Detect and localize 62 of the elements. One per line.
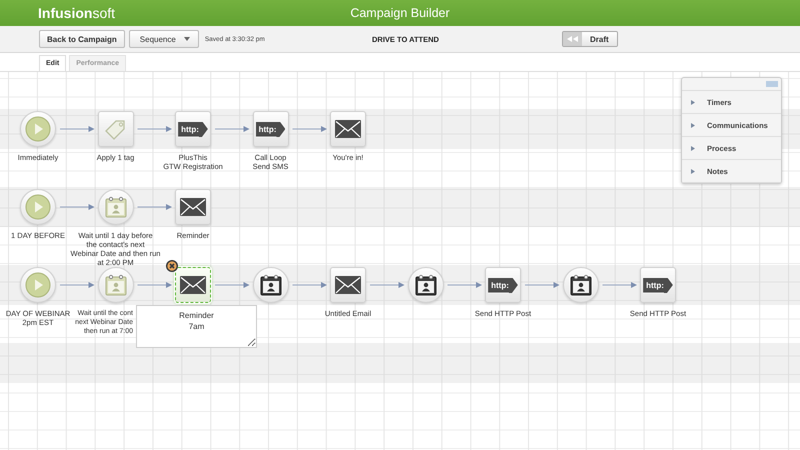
back-button[interactable]: Back to Campaign [39, 30, 125, 48]
expand-icon [691, 146, 695, 150]
start-node[interactable] [20, 111, 56, 147]
connector-arrow [60, 204, 94, 210]
timer-node[interactable] [98, 189, 134, 225]
email-node[interactable] [330, 111, 366, 147]
expand-icon [691, 100, 695, 104]
connector-arrow [292, 282, 327, 288]
play-icon [25, 194, 51, 220]
connector-arrow [292, 126, 327, 132]
http-badge: http: [178, 122, 208, 136]
envelope-icon [335, 120, 361, 138]
connector-arrow [60, 282, 94, 288]
play-icon [25, 272, 51, 298]
email-node[interactable] [175, 267, 211, 303]
envelope-icon [180, 198, 206, 216]
window-title: Campaign Builder [349, 6, 451, 20]
calendar-icon [414, 274, 436, 296]
grip-handle[interactable] [766, 81, 778, 87]
connector-arrow [524, 282, 560, 288]
http-badge: http: [643, 278, 673, 292]
http-node[interactable]: http: [485, 267, 521, 303]
expand-icon [691, 168, 695, 174]
calendar-icon [104, 274, 126, 296]
envelope-icon [335, 276, 361, 294]
expand-icon [691, 122, 695, 128]
connector-arrow [137, 282, 172, 288]
status-toggle[interactable]: Draft [562, 31, 618, 47]
label-field[interactable]: Reminder 7am [136, 305, 257, 348]
play-icon [25, 116, 51, 142]
connector-arrow [137, 126, 172, 132]
start-node[interactable] [20, 189, 56, 225]
start-node[interactable] [20, 267, 56, 303]
connector-arrow [602, 282, 637, 288]
connector-arrow [447, 282, 482, 288]
caret-icon [184, 37, 190, 41]
tag-node[interactable] [98, 111, 134, 147]
sequence-dropdown[interactable]: Sequence [128, 30, 199, 48]
rewind-icon [566, 36, 578, 42]
connector-arrow [60, 126, 94, 132]
email-node[interactable] [330, 267, 366, 303]
connector-arrow [214, 126, 250, 132]
email-node[interactable] [175, 189, 211, 225]
close-icon[interactable] [166, 260, 178, 272]
connector-arrow [214, 282, 250, 288]
calendar-icon [104, 196, 126, 218]
connector-arrow [370, 282, 404, 288]
logo: Infusionsoft [38, 5, 116, 21]
calendar-icon [260, 274, 282, 296]
timer-node[interactable] [562, 267, 598, 303]
calendar-icon [570, 274, 592, 296]
timer-node[interactable] [408, 267, 444, 303]
envelope-icon [180, 276, 206, 294]
http-badge: http: [488, 278, 518, 292]
connector-arrow [137, 204, 172, 210]
http-badge: http: [256, 122, 286, 136]
status-label: Draft [582, 32, 617, 46]
http-node[interactable]: http: [252, 111, 288, 147]
http-node[interactable]: http: [175, 111, 211, 147]
timer-node[interactable] [252, 267, 288, 303]
http-node[interactable]: http: [640, 267, 676, 303]
timer-node[interactable] [98, 267, 134, 303]
